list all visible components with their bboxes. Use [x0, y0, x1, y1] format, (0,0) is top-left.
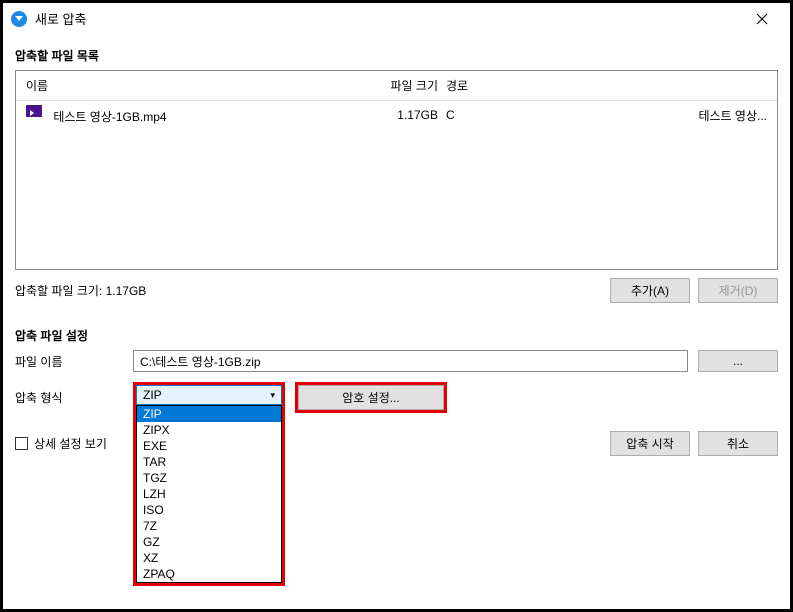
filename-label: 파일 이름 — [15, 353, 133, 370]
format-option-exe[interactable]: EXE — [137, 438, 281, 454]
format-option-gz[interactable]: GZ — [137, 534, 281, 550]
format-option-xz[interactable]: XZ — [137, 550, 281, 566]
row-path: C — [442, 106, 642, 124]
format-label: 압축 형식 — [15, 389, 133, 406]
file-list-section-label: 압축할 파일 목록 — [15, 47, 778, 64]
format-option-zip[interactable]: ZIP — [137, 406, 281, 422]
format-option-7z[interactable]: 7Z — [137, 518, 281, 534]
start-compress-button[interactable]: 압축 시작 — [610, 431, 690, 456]
below-list-row: 압축할 파일 크기: 1.17GB 추가(A) 제거(D) — [15, 270, 778, 311]
filename-row: 파일 이름 ... — [15, 350, 778, 372]
window-title: 새로 압축 — [35, 9, 86, 28]
browse-button[interactable]: ... — [698, 350, 778, 372]
filename-input[interactable] — [133, 350, 688, 372]
mp4-file-icon — [26, 105, 42, 121]
titlebar: 새로 압축 — [3, 3, 790, 35]
password-button-wrap: 암호 설정... — [295, 382, 447, 413]
advanced-checkbox-wrap[interactable]: 상세 설정 보기 — [15, 435, 107, 452]
bottom-row: 상세 설정 보기 압축 시작 취소 — [15, 431, 778, 456]
settings-section-label: 압축 파일 설정 — [15, 327, 778, 344]
format-dropdown-list: ZIP ZIPX EXE TAR TGZ LZH ISO 7Z GZ XZ ZP — [133, 405, 285, 586]
advanced-checkbox-label: 상세 설정 보기 — [34, 435, 107, 452]
compress-dialog: 새로 압축 압축할 파일 목록 이름 파일 크기 경로 테스트 영상-1GB.m… — [3, 3, 790, 609]
format-dropdown[interactable]: ZIP ▾ — [136, 385, 282, 405]
list-header: 이름 파일 크기 경로 — [16, 71, 777, 101]
format-selected-text: ZIP — [143, 388, 270, 402]
dialog-content: 압축할 파일 목록 이름 파일 크기 경로 테스트 영상-1GB.mp4 1.1… — [3, 35, 790, 609]
cancel-button[interactable]: 취소 — [698, 431, 778, 456]
row-extra: 테스트 영상... — [642, 105, 771, 126]
chevron-down-icon: ▾ — [270, 390, 275, 401]
remove-button: 제거(D) — [698, 278, 778, 303]
format-row: 압축 형식 ZIP ▾ ZIP ZIPX EXE TAR — [15, 382, 778, 413]
total-size-label: 압축할 파일 크기: 1.17GB — [15, 282, 602, 299]
bottom-buttons: 압축 시작 취소 — [602, 431, 778, 456]
format-dropdown-wrap: ZIP ▾ ZIP ZIPX EXE TAR TGZ LZH IS — [133, 382, 285, 408]
format-option-zpaq[interactable]: ZPAQ — [137, 566, 281, 582]
close-button[interactable] — [742, 5, 782, 33]
row-name: 테스트 영상-1GB.mp4 — [22, 103, 362, 127]
row-filename: 테스트 영상-1GB.mp4 — [49, 108, 170, 126]
format-option-tgz[interactable]: TGZ — [137, 470, 281, 486]
table-row[interactable]: 테스트 영상-1GB.mp4 1.17GB C 테스트 영상... — [16, 101, 777, 129]
file-list-box: 이름 파일 크기 경로 테스트 영상-1GB.mp4 1.17GB C 테스트 … — [15, 70, 778, 270]
add-button[interactable]: 추가(A) — [610, 278, 690, 303]
advanced-checkbox[interactable] — [15, 437, 28, 450]
header-size[interactable]: 파일 크기 — [362, 75, 442, 96]
header-extra — [642, 75, 771, 96]
header-path[interactable]: 경로 — [442, 75, 642, 96]
format-option-iso[interactable]: ISO — [137, 502, 281, 518]
settings-section: 압축 파일 설정 파일 이름 ... 압축 형식 ZIP ▾ — [15, 323, 778, 456]
app-icon — [11, 11, 27, 27]
close-icon — [756, 13, 768, 25]
password-button[interactable]: 암호 설정... — [298, 385, 444, 410]
format-option-zipx[interactable]: ZIPX — [137, 422, 281, 438]
format-option-lzh[interactable]: LZH — [137, 486, 281, 502]
format-option-tar[interactable]: TAR — [137, 454, 281, 470]
header-name[interactable]: 이름 — [22, 75, 362, 96]
row-size: 1.17GB — [362, 106, 442, 124]
